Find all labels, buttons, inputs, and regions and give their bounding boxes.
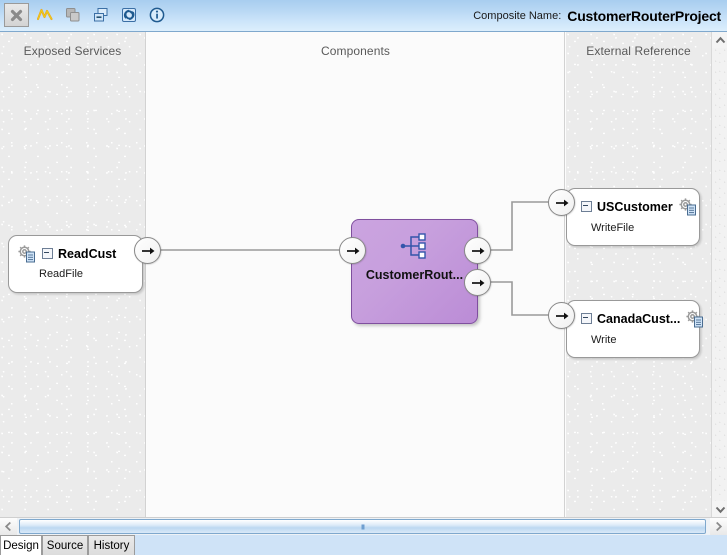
canadacustomer-subtitle: Write (591, 334, 617, 346)
composite-name-area: Composite Name: CustomerRouterProject (473, 0, 721, 32)
lane-header-external-reference: External Reference (586, 44, 691, 58)
close-icon (10, 9, 23, 21)
arrow-right-icon (555, 199, 568, 206)
composite-canvas[interactable]: Exposed Services Components External Ref… (0, 32, 711, 517)
vertical-scrollbar[interactable] (711, 32, 727, 517)
horizontal-scroll-thumb[interactable] (19, 519, 706, 534)
canadacustomer-input-port[interactable] (548, 302, 575, 329)
uscustomer-title-row: USCustomer (581, 197, 698, 216)
composite-name-value: CustomerRouterProject (567, 8, 721, 24)
canadacustomer-expander[interactable] (581, 313, 592, 324)
external-reference-node-uscustomer[interactable]: USCustomer WriteFile (566, 188, 700, 246)
arrow-right-icon (471, 279, 484, 286)
uscustomer-input-port[interactable] (548, 189, 575, 216)
copy-icon (65, 8, 79, 22)
readcust-title: ReadCust (58, 246, 117, 261)
service-gear-icon (679, 198, 696, 216)
uscustomer-expander[interactable] (581, 201, 592, 212)
composite-name-label: Composite Name: (473, 10, 562, 22)
lane-external-reference: External Reference (566, 32, 711, 517)
info-button[interactable] (144, 3, 169, 27)
tab-source-label: Source (46, 539, 84, 552)
customerrouter-title: CustomerRout... (365, 268, 464, 282)
customerrouter-output-port-1[interactable] (464, 237, 491, 264)
readcust-output-port[interactable] (134, 237, 161, 264)
scroll-down-button[interactable] (712, 501, 727, 517)
uscustomer-subtitle: WriteFile (591, 222, 635, 234)
arrow-right-icon (141, 247, 154, 254)
canadacustomer-title: CanadaCust... (597, 311, 681, 326)
refresh-icon (121, 8, 136, 22)
scroll-up-arrow-icon (715, 36, 725, 43)
toolbar-header: Composite Name: CustomerRouterProject (0, 0, 727, 32)
customerrouter-output-port-2[interactable] (464, 269, 491, 296)
scroll-left-arrow-icon (4, 521, 11, 532)
arrow-right-icon (555, 312, 568, 319)
lane-header-components: Components (320, 44, 391, 58)
service-gear-icon (18, 245, 35, 263)
scroll-left-button[interactable] (0, 518, 17, 535)
readcust-title-row: ReadCust (17, 244, 116, 263)
tab-design-label: Design (3, 539, 39, 552)
scroll-up-button[interactable] (712, 32, 727, 48)
trend-button[interactable] (32, 3, 57, 27)
scroll-right-button[interactable] (710, 518, 727, 535)
toolbar (4, 3, 169, 27)
scroll-thumb-grip (361, 524, 364, 529)
arrow-right-icon (346, 247, 359, 254)
component-node-customerrouter[interactable]: CustomerRout... (351, 219, 478, 324)
horizontal-scrollbar[interactable] (0, 517, 727, 535)
arrow-right-icon (471, 247, 484, 254)
scroll-right-arrow-icon (716, 521, 723, 532)
tab-source[interactable]: Source (42, 535, 88, 555)
collapse-icon (93, 8, 107, 22)
canadacustomer-title-row: CanadaCust... (581, 309, 705, 328)
editor-tab-bar: Design Source History (0, 535, 727, 555)
external-reference-node-canadacustomer[interactable]: CanadaCust... Write (566, 300, 704, 358)
lane-header-exposed-services: Exposed Services (23, 44, 122, 58)
readcust-subtitle: ReadFile (39, 268, 84, 280)
uscustomer-title: USCustomer (597, 199, 673, 214)
service-gear-icon (686, 310, 704, 328)
tab-history[interactable]: History (88, 535, 135, 555)
router-branch-icon (398, 232, 432, 265)
customerrouter-input-port[interactable] (339, 237, 366, 264)
refresh-button[interactable] (116, 3, 141, 27)
close-button[interactable] (4, 3, 29, 27)
collapse-button[interactable] (88, 3, 113, 27)
tab-history-label: History (93, 539, 130, 552)
trend-icon (36, 8, 53, 21)
scroll-down-arrow-icon (715, 506, 725, 513)
tab-design[interactable]: Design (0, 535, 42, 555)
copy-button[interactable] (60, 3, 85, 27)
vertical-scroll-track[interactable] (712, 48, 727, 501)
info-icon (149, 7, 164, 23)
readcust-expander[interactable] (42, 248, 53, 259)
exposed-service-node-readcust[interactable]: ReadCust ReadFile (8, 235, 143, 293)
